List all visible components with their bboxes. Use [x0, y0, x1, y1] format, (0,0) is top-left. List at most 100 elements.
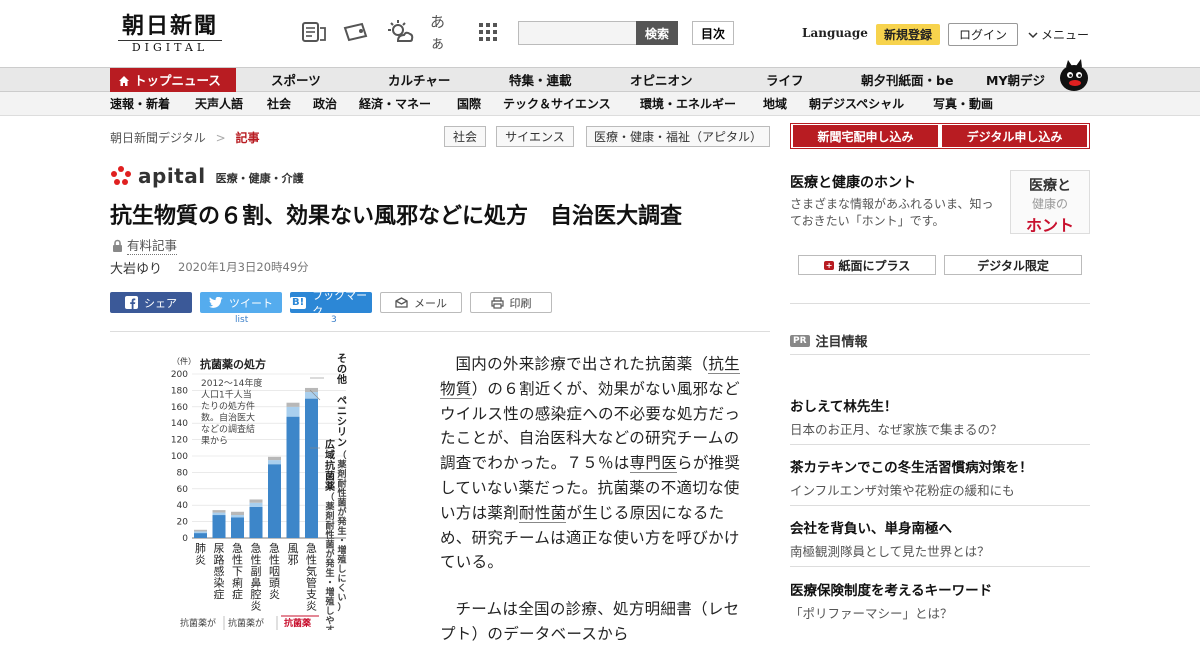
- bar-penicillin: [305, 392, 318, 399]
- site-header: 朝日新聞 DIGITAL あぁ 検索 目次 Language 新規登録 ログイン…: [0, 0, 1200, 66]
- honto-logo-line1: 医療と: [1029, 178, 1071, 194]
- primary-nav: トップニュース スポーツ カルチャー 特集・連載 オピニオン ライフ 朝夕刊紙面…: [0, 67, 1200, 93]
- bar-broad: [286, 416, 300, 538]
- sidebar-divider: [790, 303, 1090, 304]
- toc-button[interactable]: 目次: [692, 21, 734, 45]
- print-button[interactable]: 印刷: [470, 292, 552, 313]
- pr-heading: PR 注目情報: [790, 331, 868, 350]
- antibiotic-prescription-chart[interactable]: （件） 抗菌薬の処方 0 20 40 60 80 100 120 140 160 180 200 2012…: [164, 348, 364, 630]
- login-button[interactable]: ログイン: [948, 23, 1018, 46]
- x-category-label: 邪: [288, 554, 299, 567]
- legend-penicillin-note: し: [337, 564, 346, 575]
- nav-international[interactable]: 国際: [457, 92, 481, 116]
- bar-broad: [212, 515, 226, 538]
- honto-description: さまざまな情報があふれるいま、知っておきたい「ホント」です。: [790, 197, 994, 228]
- nav-tech-science[interactable]: テック＆サイエンス: [503, 92, 611, 116]
- paid-article[interactable]: 有料記事: [112, 235, 178, 255]
- legend-broad-note: ・: [325, 579, 334, 589]
- newspaper-icon[interactable]: [300, 18, 328, 46]
- nav-culture[interactable]: カルチャー: [388, 68, 450, 93]
- mail-share-button[interactable]: メール: [380, 292, 462, 313]
- nav-opinion[interactable]: オピニオン: [630, 68, 693, 93]
- nav-life[interactable]: ライフ: [766, 68, 804, 93]
- pr-item[interactable]: おしえて林先生！ 日本のお正月、なぜ家族で集まるの？: [790, 395, 1090, 438]
- twitter-count[interactable]: list: [235, 315, 248, 325]
- nav-politics[interactable]: 政治: [313, 92, 337, 116]
- nav-economy[interactable]: 経済・マネー: [359, 92, 431, 116]
- nav-paper[interactable]: 朝夕刊紙面・be: [861, 68, 953, 93]
- nav-society[interactable]: 社会: [267, 92, 291, 116]
- legend-broad-note: 耐: [325, 520, 334, 532]
- tag-society[interactable]: 社会: [444, 126, 486, 147]
- tag-apital[interactable]: 医療・健康・福祉（アピタル）: [586, 126, 770, 147]
- author-name[interactable]: 大岩ゆり: [110, 258, 162, 277]
- link-specialist[interactable]: 専門医: [629, 454, 678, 474]
- pr-item[interactable]: 茶カテキンでこの冬生活習慣病対策を！ インフルエンザ対策や花粉症の緩和にも: [790, 456, 1090, 499]
- pr-item-sub: 「ポリファーマシー」とは？: [790, 606, 953, 621]
- nav-environment[interactable]: 環境・エネルギー: [640, 92, 736, 116]
- pr-heading-label: 注目情報: [815, 335, 868, 350]
- legend-other: 他: [336, 373, 347, 386]
- honto-title[interactable]: 医療と健康のホント: [790, 172, 916, 192]
- site-logo[interactable]: 朝日新聞 DIGITAL: [110, 14, 230, 55]
- bar-penicillin: [212, 512, 226, 516]
- nav-top-news[interactable]: トップニュース: [110, 68, 236, 93]
- nav-region[interactable]: 地域: [763, 92, 787, 116]
- plus-paper-label: 紙面にプラス: [838, 258, 911, 273]
- nav-special[interactable]: 朝デジスペシャル: [809, 92, 904, 116]
- menu-button[interactable]: メニュー: [1028, 26, 1089, 43]
- legend-broad-note: や: [325, 616, 334, 627]
- link-resistant-bacteria[interactable]: 耐性菌: [519, 503, 567, 523]
- legend-broad-note: 性: [325, 529, 334, 541]
- font-size-icon[interactable]: あぁ: [430, 13, 458, 52]
- search-input[interactable]: [518, 21, 636, 45]
- search-button[interactable]: 検索: [636, 21, 678, 45]
- bar-penicillin: [286, 406, 300, 417]
- mail-share-label: メール: [414, 296, 447, 310]
- article-paragraph-1: 国内の外来診療で出された抗菌薬（抗生物質）の６割近くが、効果がない風邪などウイル…: [440, 352, 752, 575]
- y-tick-label: 160: [171, 403, 188, 413]
- mascot-icon[interactable]: [1056, 58, 1092, 92]
- pr-item[interactable]: 会社を背負い、単身南極へ 南極観測隊員として見た世界とは？: [790, 517, 1090, 560]
- plus-paper-button[interactable]: + 紙面にプラス: [798, 255, 936, 275]
- weather-icon[interactable]: [386, 18, 414, 46]
- nav-sports[interactable]: スポーツ: [271, 68, 321, 93]
- breadcrumb-site[interactable]: 朝日新聞デジタル: [110, 131, 206, 145]
- menu-label: メニュー: [1041, 28, 1090, 42]
- newspaper-subscribe-button[interactable]: 新聞宅配申し込み: [793, 125, 938, 147]
- legend-broad: 広: [325, 438, 335, 451]
- digital-subscribe-button[interactable]: デジタル申し込み: [942, 125, 1087, 147]
- legend-broad: 抗: [325, 459, 335, 472]
- pr-item-title: 医療保険制度を考えるキーワード: [790, 583, 993, 599]
- legend-broad-note: （: [325, 492, 334, 503]
- nav-features[interactable]: 特集・連載: [509, 68, 572, 93]
- lock-icon: [113, 239, 122, 252]
- grid-menu-icon[interactable]: [474, 18, 502, 46]
- digital-only-button[interactable]: デジタル限定: [944, 255, 1082, 275]
- legend-broad: 菌: [325, 470, 335, 483]
- twitter-share-button[interactable]: ツイート: [200, 292, 282, 313]
- nav-my-asadigi[interactable]: MY朝デジ: [986, 68, 1045, 93]
- hatena-count[interactable]: 3: [331, 315, 337, 325]
- bar-other: [231, 511, 244, 516]
- pr-item[interactable]: 医療保険制度を考えるキーワード 「ポリファーマシー」とは？: [790, 579, 1090, 622]
- language-link[interactable]: Language: [802, 26, 868, 40]
- legend-penicillin-note: 剤: [336, 468, 346, 480]
- register-button[interactable]: 新規登録: [876, 24, 940, 45]
- tag-science[interactable]: サイエンス: [496, 126, 574, 147]
- ticket-icon[interactable]: [342, 18, 370, 46]
- legend-penicillin-note: い: [337, 594, 346, 604]
- apital-logo-icon: [111, 166, 131, 185]
- nav-photo-video[interactable]: 写真・動画: [933, 92, 993, 116]
- bar-other: [268, 456, 281, 461]
- apital-brand[interactable]: apital 医療・健康・介護: [110, 164, 304, 188]
- x-category-label: 炎: [269, 588, 280, 601]
- nav-tensei-jingo[interactable]: 天声人語: [195, 92, 243, 116]
- bar-broad: [305, 398, 318, 538]
- nav-breaking[interactable]: 速報・新着: [110, 92, 170, 116]
- bar-broad: [194, 533, 207, 538]
- facebook-share-button[interactable]: シェア: [110, 292, 192, 313]
- mail-icon: [395, 297, 408, 308]
- honto-logo[interactable]: 医療と 健康の ホント: [1010, 170, 1090, 235]
- hatena-bookmark-button[interactable]: B! ブックマーク: [290, 289, 372, 318]
